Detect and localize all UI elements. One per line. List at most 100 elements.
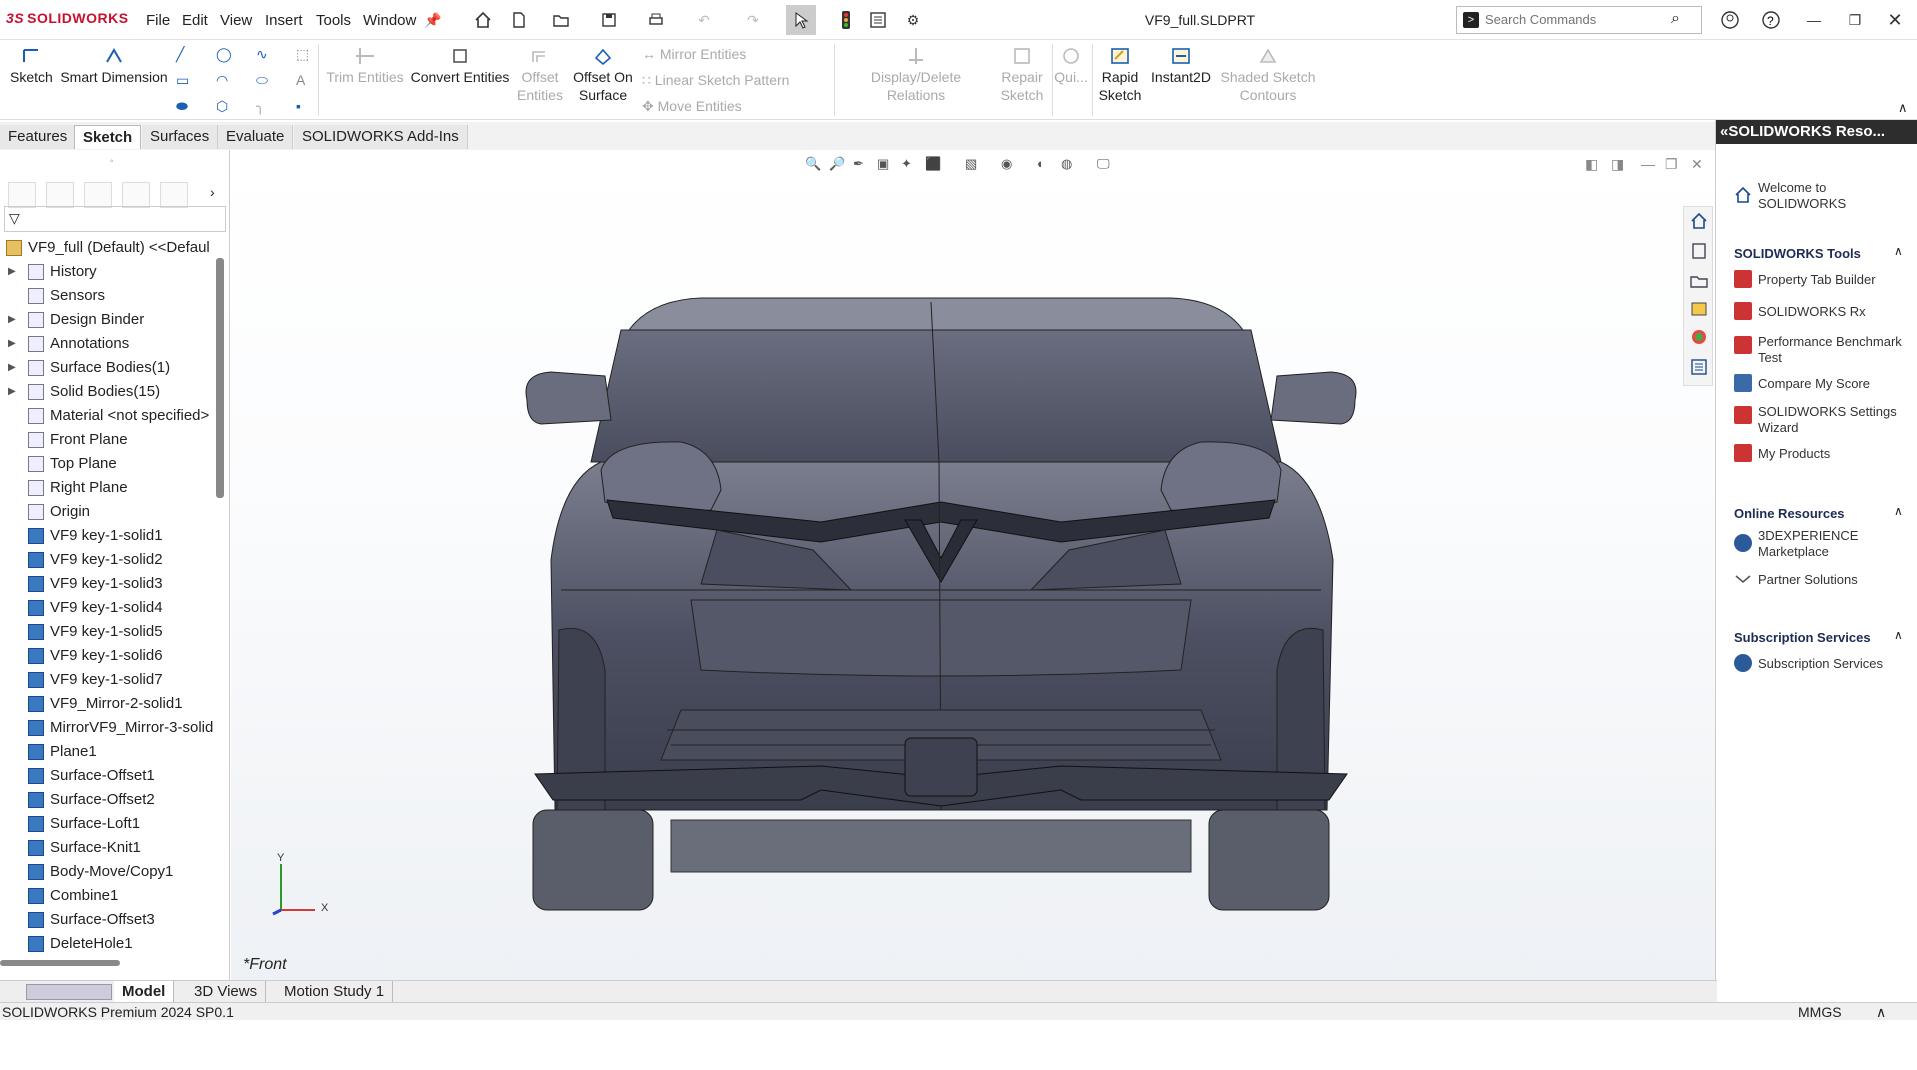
tree-scrollbar[interactable] — [216, 258, 224, 498]
tree-item[interactable]: MirrorVF9_Mirror-3-solid — [0, 716, 214, 740]
solidworks-resources-icon[interactable] — [1689, 211, 1709, 231]
car-model-front-view[interactable] — [521, 290, 1361, 1070]
spline-icon[interactable]: ∿ — [256, 46, 268, 63]
sketch-button[interactable]: Sketch — [10, 46, 53, 86]
tab-evaluate[interactable]: Evaluate — [218, 125, 294, 149]
display-delete-relations-button[interactable]: Display/Delete Relations — [840, 46, 992, 104]
menu-window[interactable]: Window — [363, 12, 416, 29]
tab-3d-views[interactable]: 3D Views — [186, 981, 267, 1003]
subscription-services-header[interactable]: Subscription Services — [1734, 630, 1871, 645]
display-manager-icon[interactable] — [160, 182, 188, 208]
tab-surfaces[interactable]: Surfaces — [142, 125, 219, 149]
shaded-sketch-contours-button[interactable]: Shaded Sketch Contours — [1218, 46, 1318, 104]
ellipse-icon[interactable]: ⬭ — [256, 72, 268, 89]
tree-item[interactable]: Plane1 — [0, 740, 214, 764]
quick-snaps-button[interactable]: Qui... — [1054, 46, 1088, 86]
tree-item[interactable]: Front Plane — [0, 428, 214, 452]
grid-icon[interactable]: ⬚ — [296, 46, 309, 63]
tree-item[interactable]: Surface-Offset1 — [0, 764, 214, 788]
smart-dimension-button[interactable]: Smart Dimension — [60, 46, 168, 86]
dynamic-annotation-icon[interactable]: ✦ — [901, 156, 921, 176]
file-explorer-icon[interactable] — [1689, 271, 1709, 291]
chevron-up-icon[interactable]: ∧ — [1894, 504, 1903, 518]
chevron-up-icon[interactable]: ∧ — [1894, 244, 1903, 258]
tree-item[interactable]: Sensors — [0, 284, 214, 308]
instant2d-button[interactable]: Instant2D — [1148, 46, 1214, 86]
trim-entities-button[interactable]: Trim Entities — [326, 46, 404, 86]
view-settings-icon[interactable]: 🖵 — [1097, 156, 1117, 176]
apply-scene-icon[interactable]: ◍ — [1061, 156, 1081, 176]
tree-item[interactable]: VF9_Mirror-2-solid1 — [0, 692, 214, 716]
restore-icon[interactable]: ❐ — [1844, 9, 1866, 31]
compare-my-score-link[interactable]: Compare My Score — [1758, 376, 1908, 392]
viewport-minimize-icon[interactable]: — — [1641, 156, 1655, 172]
user-account-icon[interactable] — [1719, 9, 1741, 31]
tab-features[interactable]: Features — [0, 125, 77, 149]
rectangle-icon[interactable]: ▭ — [176, 72, 189, 89]
tree-item[interactable]: VF9 key-1-solid7 — [0, 668, 214, 692]
zoom-to-area-icon[interactable]: 🔎 — [829, 156, 849, 176]
tree-item[interactable]: Surface-Offset2 — [0, 788, 214, 812]
edit-appearance-icon[interactable]: ◐ — [1037, 156, 1057, 176]
status-chevron-icon[interactable]: ∧ — [1876, 1003, 1886, 1021]
print-icon[interactable] — [645, 9, 667, 31]
circle-icon[interactable]: ◯ — [216, 46, 232, 63]
tree-item[interactable]: Origin — [0, 500, 214, 524]
pin-icon[interactable]: 📌 — [422, 9, 444, 31]
menu-tools[interactable]: Tools — [316, 12, 351, 29]
home-icon[interactable] — [472, 9, 494, 31]
search-commands-box[interactable]: > ⌕ — [1456, 6, 1702, 34]
tab-sketch[interactable]: Sketch — [74, 125, 142, 149]
tree-item[interactable]: Right Plane — [0, 476, 214, 500]
solidworks-rx-link[interactable]: SOLIDWORKS Rx — [1758, 304, 1908, 320]
tree-item[interactable]: VF9 key-1-solid1 — [0, 524, 214, 548]
design-library-icon[interactable] — [1689, 241, 1709, 261]
close-icon[interactable]: ✕ — [1884, 9, 1906, 31]
arc-icon[interactable]: ◠ — [216, 72, 228, 89]
offset-entities-button[interactable]: Offset Entities — [514, 46, 566, 104]
text-icon[interactable]: A — [296, 72, 305, 88]
mirror-entities-button[interactable]: ↔ Mirror Entities — [642, 46, 746, 62]
tree-item[interactable]: VF9 key-1-solid6 — [0, 644, 214, 668]
online-resources-header[interactable]: Online Resources — [1734, 506, 1845, 521]
section-view-icon[interactable]: ▣ — [877, 156, 897, 176]
save-icon[interactable] — [598, 9, 620, 31]
property-manager-icon[interactable] — [46, 182, 74, 208]
polygon-icon[interactable]: ⬡ — [216, 98, 228, 115]
my-products-link[interactable]: My Products — [1758, 446, 1908, 462]
tab-motion-study[interactable]: Motion Study 1 — [276, 981, 394, 1003]
menu-file[interactable]: File — [146, 12, 170, 29]
tree-item[interactable]: Combine1 — [0, 884, 214, 908]
tree-item[interactable]: VF9 key-1-solid5 — [0, 620, 214, 644]
tab-addins[interactable]: SOLIDWORKS Add-Ins — [294, 125, 468, 149]
tools-section-header[interactable]: SOLIDWORKS Tools — [1734, 246, 1861, 261]
search-input[interactable] — [1485, 12, 1665, 27]
tree-item[interactable]: Surface-Loft1 — [0, 812, 214, 836]
tree-item[interactable]: Surface-Knit1 — [0, 836, 214, 860]
menu-insert[interactable]: Insert — [265, 12, 303, 29]
file-properties-icon[interactable] — [867, 9, 889, 31]
appearances-icon[interactable] — [1689, 327, 1709, 347]
undo-icon[interactable]: ↶ — [693, 9, 715, 31]
units-indicator[interactable]: MMGS — [1798, 1003, 1842, 1021]
collapse-ribbon-icon[interactable]: ∧ — [1898, 100, 1908, 116]
options-gear-icon[interactable]: ⚙ — [902, 9, 924, 31]
chevron-up-icon[interactable]: ∧ — [1894, 628, 1903, 642]
performance-benchmark-link[interactable]: Performance Benchmark Test — [1758, 334, 1908, 366]
expand-arrow-icon[interactable]: ▶ — [8, 260, 16, 284]
expand-arrow-icon[interactable]: ▶ — [8, 308, 16, 332]
marketplace-link[interactable]: 3DEXPERIENCE Marketplace — [1758, 528, 1908, 560]
welcome-link[interactable]: Welcome to SOLIDWORKS — [1758, 180, 1908, 212]
solidworks-logo[interactable]: 3S SOLIDWORKS — [6, 10, 129, 26]
property-tab-builder-link[interactable]: Property Tab Builder — [1758, 272, 1908, 288]
help-icon[interactable]: ? — [1760, 9, 1782, 31]
point-icon[interactable]: ▪ — [296, 98, 301, 114]
tab-scroll-arrows[interactable] — [26, 984, 112, 1000]
rapid-sketch-button[interactable]: Rapid Sketch — [1098, 46, 1142, 104]
tree-item[interactable]: DeleteHole1 — [0, 932, 214, 956]
line-icon[interactable]: ╱ — [176, 46, 184, 63]
viewport-maximize-icon[interactable]: ❐ — [1665, 156, 1678, 173]
custom-properties-icon[interactable] — [1689, 357, 1709, 377]
convert-entities-button[interactable]: Convert Entities — [410, 46, 510, 86]
open-folder-icon[interactable] — [550, 9, 572, 31]
